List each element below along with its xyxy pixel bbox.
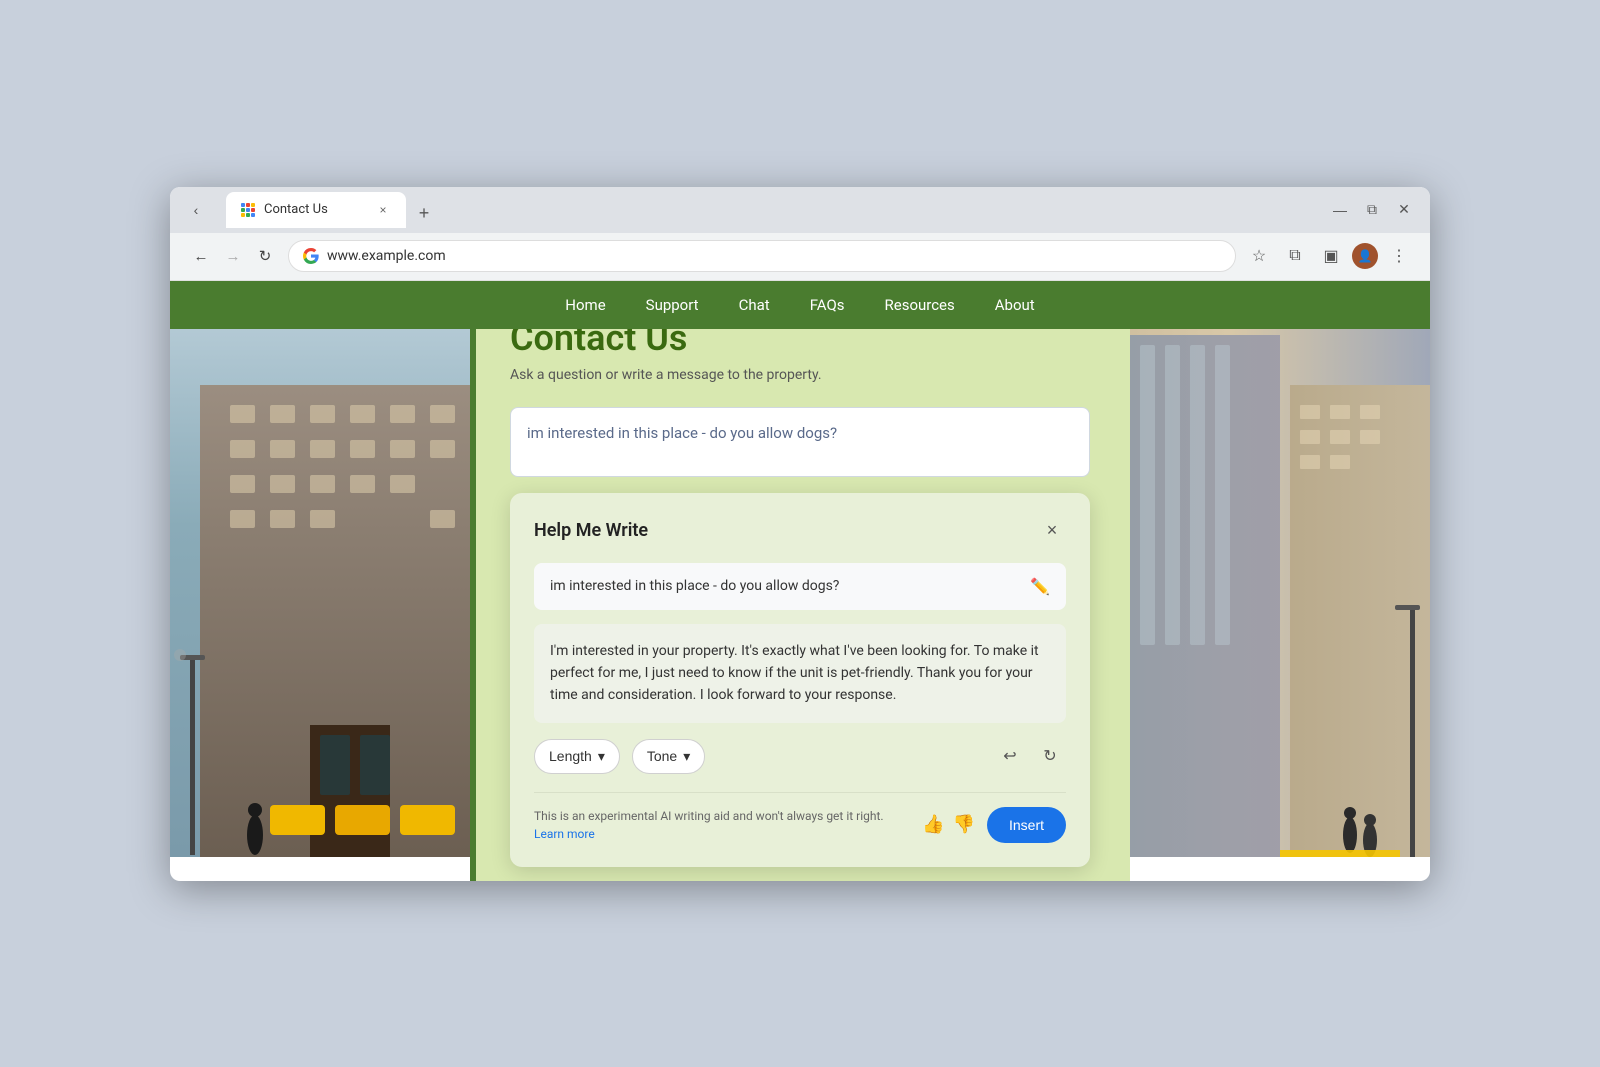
footer-disclaimer: This is an experimental AI writing aid a… bbox=[534, 807, 910, 843]
sidebar-toggle-button[interactable]: ▣ bbox=[1316, 241, 1346, 271]
active-tab[interactable]: Contact Us × bbox=[226, 192, 406, 228]
site-navigation: Home Support Chat FAQs Resources About bbox=[170, 281, 1430, 329]
nav-about[interactable]: About bbox=[995, 296, 1035, 314]
undo-button[interactable]: ↩ bbox=[994, 740, 1026, 772]
extensions-button[interactable]: ⧉ bbox=[1280, 241, 1310, 271]
tone-dropdown[interactable]: Tone ▾ bbox=[632, 739, 705, 774]
back-button[interactable]: ← bbox=[186, 241, 216, 271]
address-nav-buttons: ← → ↻ bbox=[186, 241, 280, 271]
length-label: Length bbox=[549, 748, 592, 764]
reload-button[interactable]: ↻ bbox=[250, 241, 280, 271]
nav-faqs[interactable]: FAQs bbox=[810, 296, 845, 314]
nav-chat[interactable]: Chat bbox=[739, 296, 770, 314]
length-dropdown[interactable]: Length ▾ bbox=[534, 739, 620, 774]
browser-window: ‹ Contact Us bbox=[170, 187, 1430, 881]
page-subtitle: Ask a question or write a message to the… bbox=[510, 367, 1090, 383]
toolbar-icons: ☆ ⧉ ▣ 👤 ⋮ bbox=[1244, 241, 1414, 271]
thumbs-up-icon: 👍 bbox=[922, 814, 944, 834]
edit-icon[interactable]: ✏️ bbox=[1030, 577, 1050, 596]
forward-button[interactable]: → bbox=[218, 241, 248, 271]
new-tab-button[interactable]: + bbox=[410, 200, 438, 228]
feedback-icons: 👍 👎 bbox=[922, 814, 975, 835]
thumbs-down-icon: 👎 bbox=[953, 814, 975, 834]
learn-more-link[interactable]: Learn more bbox=[534, 827, 595, 841]
controls-row: Length ▾ Tone ▾ ↩ ↻ bbox=[534, 739, 1066, 774]
regenerate-button[interactable]: ↻ bbox=[1034, 740, 1066, 772]
help-me-write-popup: Help Me Write × im interested in this pl… bbox=[510, 493, 1090, 867]
more-icon: ⋮ bbox=[1391, 246, 1407, 266]
popup-title: Help Me Write bbox=[534, 520, 648, 541]
nav-support[interactable]: Support bbox=[646, 296, 699, 314]
tone-chevron-icon: ▾ bbox=[683, 748, 690, 765]
close-window-button[interactable]: ✕ bbox=[1390, 196, 1418, 224]
tab-favicon bbox=[240, 202, 256, 218]
sidebar-icon: ▣ bbox=[1323, 246, 1338, 266]
popup-footer: This is an experimental AI writing aid a… bbox=[534, 792, 1066, 843]
popup-header: Help Me Write × bbox=[534, 517, 1066, 545]
thumbs-up-button[interactable]: 👍 bbox=[922, 814, 944, 835]
titlebar-nav: ‹ bbox=[182, 196, 210, 224]
tab-bar: Contact Us × + bbox=[218, 192, 446, 228]
generated-text-box: I'm interested in your property. It's ex… bbox=[534, 624, 1066, 723]
tone-label: Tone bbox=[647, 748, 677, 764]
thumbs-down-button[interactable]: 👎 bbox=[953, 814, 975, 835]
input-display-row: im interested in this place - do you all… bbox=[534, 563, 1066, 610]
undo-icon: ↩ bbox=[1003, 746, 1016, 766]
message-textarea[interactable] bbox=[510, 407, 1090, 477]
window-controls: — ⧉ ✕ bbox=[1326, 196, 1418, 224]
regenerate-icon: ↻ bbox=[1043, 746, 1056, 766]
generated-text: I'm interested in your property. It's ex… bbox=[550, 643, 1039, 704]
green-border-accent bbox=[470, 281, 476, 881]
google-logo-icon bbox=[303, 248, 319, 264]
extensions-icon: ⧉ bbox=[1289, 247, 1300, 265]
input-display-text: im interested in this place - do you all… bbox=[550, 578, 839, 594]
address-bar[interactable]: www.example.com bbox=[288, 240, 1236, 272]
main-content-panel: Contact Us Ask a question or write a mes… bbox=[470, 281, 1130, 881]
action-icons: ↩ ↻ bbox=[994, 740, 1066, 772]
address-bar-row: ← → ↻ www.example.com ☆ ⧉ ▣ � bbox=[170, 233, 1430, 281]
profile-avatar[interactable]: 👤 bbox=[1352, 243, 1378, 269]
tab-close-button[interactable]: × bbox=[374, 201, 392, 219]
popup-close-button[interactable]: × bbox=[1038, 517, 1066, 545]
url-text: www.example.com bbox=[327, 248, 446, 264]
more-menu-button[interactable]: ⋮ bbox=[1384, 241, 1414, 271]
tab-title: Contact Us bbox=[264, 202, 328, 217]
page-content: Home Support Chat FAQs Resources About bbox=[170, 281, 1430, 881]
star-icon: ☆ bbox=[1252, 246, 1266, 266]
minimize-button[interactable]: — bbox=[1326, 196, 1354, 224]
length-chevron-icon: ▾ bbox=[598, 748, 605, 765]
bookmark-button[interactable]: ☆ bbox=[1244, 241, 1274, 271]
tab-back-button[interactable]: ‹ bbox=[182, 196, 210, 224]
nav-home[interactable]: Home bbox=[565, 296, 605, 314]
maximize-button[interactable]: ⧉ bbox=[1358, 196, 1386, 224]
browser-titlebar: ‹ Contact Us bbox=[170, 187, 1430, 233]
insert-button[interactable]: Insert bbox=[987, 807, 1066, 843]
nav-resources[interactable]: Resources bbox=[885, 296, 955, 314]
